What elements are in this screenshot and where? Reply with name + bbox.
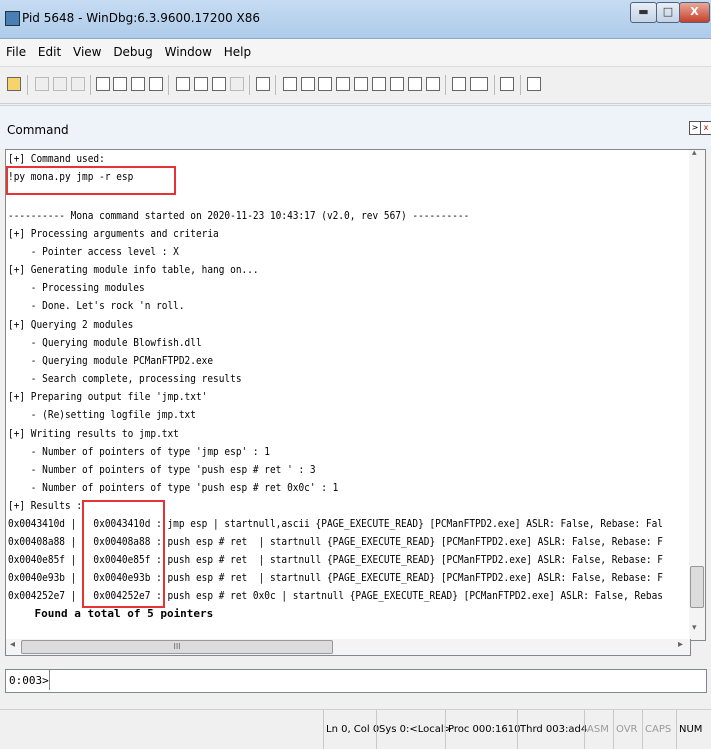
processes-threads-icon[interactable] bbox=[426, 77, 440, 91]
output-summary: Found a total of 5 pointers bbox=[8, 607, 214, 620]
scratch-pad-icon[interactable] bbox=[408, 77, 422, 91]
output-line: [+] Writing results to jmp.txt bbox=[8, 427, 179, 440]
disassembly-window-icon[interactable] bbox=[390, 77, 404, 91]
window-title: Pid 5648 - WinDbg:6.3.9600.17200 X86 bbox=[22, 11, 261, 25]
menu-file[interactable]: File bbox=[0, 39, 30, 66]
status-num: NUM bbox=[676, 710, 704, 749]
output-vertical-scrollbar[interactable]: ▴ ▾ bbox=[689, 148, 706, 641]
output-line: - Search complete, processing results bbox=[8, 372, 242, 385]
run-to-cursor-icon[interactable] bbox=[230, 77, 244, 91]
open-icon[interactable] bbox=[7, 77, 21, 91]
copy-icon[interactable] bbox=[53, 77, 67, 91]
toolbar-separator bbox=[520, 75, 521, 95]
scroll-left-icon[interactable]: ◂ bbox=[10, 639, 15, 650]
breakpoint-icon[interactable] bbox=[256, 77, 270, 91]
output-line: - (Re)setting logfile jmp.txt bbox=[8, 408, 196, 421]
toolbar-separator bbox=[90, 75, 91, 95]
paste-icon[interactable] bbox=[71, 77, 85, 91]
menu-help[interactable]: Help bbox=[220, 39, 255, 66]
status-sys: Sys 0:<Local> bbox=[376, 710, 454, 749]
status-proc: Proc 000:1610 bbox=[445, 710, 522, 749]
output-horizontal-scrollbar[interactable]: ◂ III ▸ bbox=[5, 639, 691, 656]
source-mode-icon[interactable] bbox=[452, 77, 466, 91]
command-window-label: Command bbox=[7, 123, 69, 137]
menu-edit[interactable]: Edit bbox=[34, 39, 65, 66]
command-input[interactable] bbox=[49, 670, 706, 690]
scroll-down-icon[interactable]: ▾ bbox=[692, 623, 697, 633]
command-highlight-box bbox=[6, 166, 176, 195]
call-stack-icon[interactable] bbox=[372, 77, 386, 91]
vertical-scroll-thumb[interactable] bbox=[690, 566, 704, 608]
options-icon[interactable] bbox=[527, 77, 541, 91]
memory-window-icon[interactable] bbox=[354, 77, 368, 91]
scroll-right-icon[interactable]: ▸ bbox=[678, 639, 683, 650]
output-line: ---------- Mona command started on 2020-… bbox=[8, 209, 470, 222]
toolbar bbox=[0, 67, 711, 104]
output-line: [+] Processing arguments and criteria bbox=[8, 227, 219, 240]
output-line: [+] Querying 2 modules bbox=[8, 318, 134, 331]
step-over-icon[interactable] bbox=[194, 77, 208, 91]
toolbar-separator bbox=[445, 75, 446, 95]
font-icon[interactable] bbox=[500, 77, 514, 91]
command-window-header: Command bbox=[0, 105, 711, 148]
minimize-button[interactable]: ▬ bbox=[630, 2, 657, 23]
output-line: [+] Command used: bbox=[8, 152, 105, 165]
title-bar: Pid 5648 - WinDbg:6.3.9600.17200 X86 ▬ □… bbox=[0, 0, 711, 39]
restart-icon[interactable] bbox=[113, 77, 127, 91]
toolbar-separator bbox=[168, 75, 169, 95]
toolbar-separator bbox=[249, 75, 250, 95]
status-asm: ASM bbox=[584, 710, 611, 749]
status-caps: CAPS bbox=[642, 710, 673, 749]
menu-window[interactable]: Window bbox=[161, 39, 216, 66]
cut-icon[interactable] bbox=[35, 77, 49, 91]
scroll-up-icon[interactable]: ▴ bbox=[692, 148, 697, 158]
command-close-icon[interactable]: x bbox=[700, 121, 711, 135]
command-prompt: 0:003> bbox=[9, 674, 49, 687]
status-thrd: Thrd 003:ad4 bbox=[517, 710, 589, 749]
toolbar-separator bbox=[494, 75, 495, 95]
horizontal-scroll-thumb[interactable]: III bbox=[21, 640, 333, 654]
locals-window-icon[interactable] bbox=[318, 77, 332, 91]
output-line: - Number of pointers of type 'jmp esp' :… bbox=[8, 445, 270, 458]
step-out-icon[interactable] bbox=[212, 77, 226, 91]
maximize-button[interactable]: □ bbox=[656, 2, 680, 23]
watch-window-icon[interactable] bbox=[301, 77, 315, 91]
close-button[interactable]: X bbox=[679, 2, 710, 23]
menu-view[interactable]: View bbox=[69, 39, 105, 66]
menu-bar: File Edit View Debug Window Help bbox=[0, 39, 711, 67]
hex-binary-icon[interactable] bbox=[470, 77, 488, 91]
output-line: [+] Results : bbox=[8, 499, 83, 512]
step-into-icon[interactable] bbox=[176, 77, 190, 91]
output-line: - Number of pointers of type 'push esp #… bbox=[8, 463, 316, 476]
windbg-app-icon bbox=[5, 11, 20, 26]
output-line: - Querying module Blowfish.dll bbox=[8, 336, 202, 349]
output-line: - Processing modules bbox=[8, 281, 145, 294]
stop-debugging-icon[interactable] bbox=[131, 77, 145, 91]
break-icon[interactable] bbox=[149, 77, 163, 91]
output-line: - Querying module PCManFTPD2.exe bbox=[8, 354, 214, 367]
output-line: [+] Generating module info table, hang o… bbox=[8, 263, 259, 276]
registers-window-icon[interactable] bbox=[336, 77, 350, 91]
toolbar-separator bbox=[27, 75, 28, 95]
output-line: - Number of pointers of type 'push esp #… bbox=[8, 481, 339, 494]
go-icon[interactable] bbox=[96, 77, 110, 91]
status-bar: Ln 0, Col 0 Sys 0:<Local> Proc 000:1610 … bbox=[0, 709, 711, 749]
output-line: [+] Preparing output file 'jmp.txt' bbox=[8, 390, 208, 403]
menu-debug[interactable]: Debug bbox=[109, 39, 156, 66]
output-line: - Pointer access level : X bbox=[8, 245, 179, 258]
address-highlight-box bbox=[82, 500, 165, 608]
status-ovr: OVR bbox=[613, 710, 639, 749]
command-window-icon[interactable] bbox=[283, 77, 297, 91]
output-line: - Done. Let's rock 'n roll. bbox=[8, 299, 185, 312]
command-input-row: 0:003> bbox=[5, 669, 707, 693]
toolbar-separator bbox=[275, 75, 276, 95]
status-position: Ln 0, Col 0 bbox=[323, 710, 381, 749]
